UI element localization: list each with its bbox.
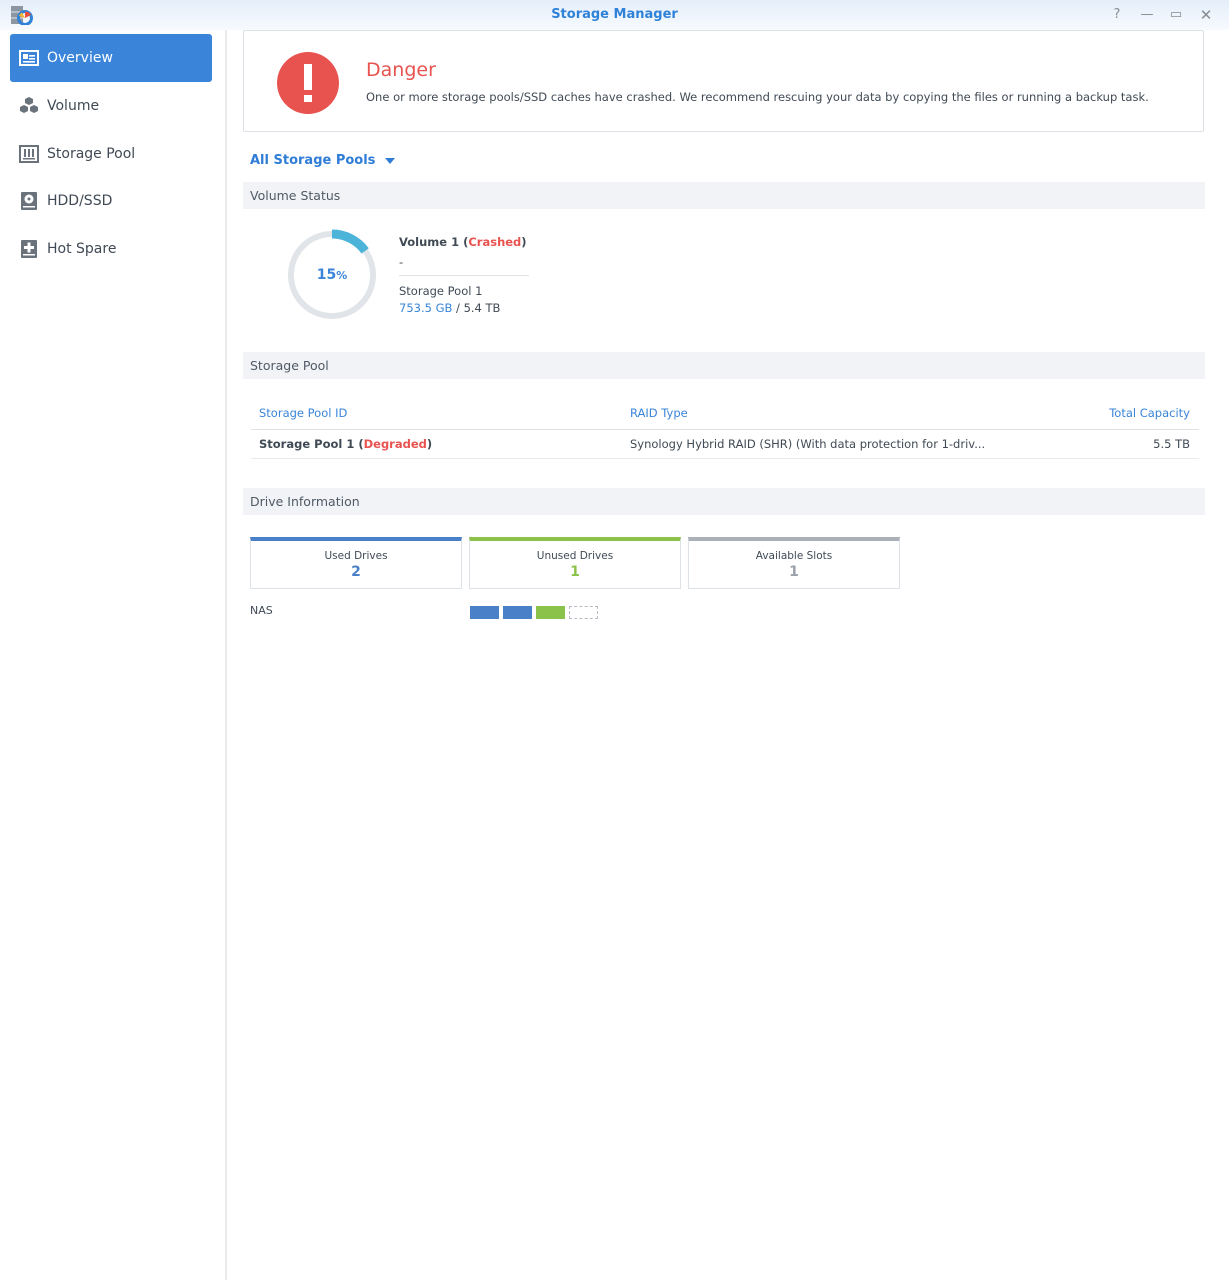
sidebar-item-label: Hot Spare: [47, 241, 117, 257]
storage-pool-header: Storage Pool: [243, 352, 1205, 379]
minimize-icon[interactable]: —: [1138, 6, 1156, 24]
close-icon[interactable]: ✕: [1197, 6, 1215, 24]
sidebar: Overview Volume Storage Pool HDD/SSD Hot…: [0, 30, 227, 1280]
card-label: Unused Drives: [536, 550, 614, 562]
divider: [399, 275, 529, 276]
usage-percent-value: 15: [316, 267, 337, 283]
sidebar-item-hot-spare[interactable]: Hot Spare: [10, 225, 212, 273]
card-label: Used Drives: [324, 550, 388, 562]
pool-status-badge: Degraded: [363, 437, 427, 451]
title-bar: Storage Manager ? — ▭ ✕: [0, 0, 1229, 30]
main-content: Danger One or more storage pools/SSD cac…: [229, 30, 1229, 1280]
available-slots-card[interactable]: Available Slots 1: [688, 537, 900, 589]
maximize-icon[interactable]: ▭: [1167, 6, 1185, 24]
drive-slot-map: [470, 606, 598, 619]
hdd-icon: [21, 192, 37, 210]
pool-id-cell: Storage Pool 1 (Degraded): [259, 437, 433, 451]
card-label: Available Slots: [755, 550, 833, 562]
volume-cubes-icon: [20, 97, 38, 113]
table-header-row: Storage Pool ID RAID Type Total Capacity: [251, 398, 1199, 430]
pool-id-text: Storage Pool 1: [259, 437, 355, 451]
drive-slot-used[interactable]: [503, 606, 532, 619]
volume-total: 5.4 TB: [463, 301, 501, 315]
volume-used: 753.5 GB: [399, 301, 453, 315]
volume-usage-percent: 15%: [286, 267, 378, 283]
donut-usage-arc: [331, 229, 369, 254]
sidebar-item-hdd-ssd[interactable]: HDD/SSD: [10, 177, 212, 225]
column-header-pool-id[interactable]: Storage Pool ID: [251, 398, 630, 429]
unused-drives-card[interactable]: Unused Drives 1: [469, 537, 681, 589]
sidebar-item-volume[interactable]: Volume: [10, 82, 212, 130]
volume-name[interactable]: Volume 1 (Crashed): [399, 235, 531, 249]
sidebar-item-label: Storage Pool: [47, 146, 136, 162]
column-header-total-capacity[interactable]: Total Capacity: [1090, 398, 1199, 429]
sidebar-item-label: Overview: [47, 50, 113, 66]
drive-information-header: Drive Information: [243, 488, 1205, 515]
volume-capacity: 753.5 GB / 5.4 TB: [399, 301, 501, 315]
column-header-raid-type[interactable]: RAID Type: [630, 398, 1090, 429]
alert-message: One or more storage pools/SSD caches hav…: [366, 90, 1149, 104]
raid-type-cell: Synology Hybrid RAID (SHR) (With data pr…: [630, 437, 986, 451]
storage-pool-table: Storage Pool ID RAID Type Total Capacity…: [251, 398, 1199, 459]
storage-pool-icon: [19, 145, 39, 163]
sidebar-item-overview[interactable]: Overview: [10, 34, 212, 82]
card-value: 1: [789, 564, 799, 580]
card-value: 2: [351, 564, 361, 580]
help-icon[interactable]: ?: [1108, 6, 1126, 24]
hot-spare-icon: [21, 240, 37, 258]
drive-slot-empty[interactable]: [569, 606, 598, 619]
overview-icon: [19, 50, 39, 66]
volume-status-header: Volume Status: [243, 182, 1205, 209]
drive-slot-used[interactable]: [470, 606, 499, 619]
nas-device-label: NAS: [250, 604, 273, 617]
exclamation-circle-icon: [277, 52, 339, 114]
sidebar-item-label: HDD/SSD: [47, 193, 113, 209]
volume-pool-name: Storage Pool 1: [399, 284, 483, 298]
filter-selected-label: All Storage Pools: [250, 153, 376, 168]
chevron-down-icon: [385, 157, 396, 164]
drive-slot-unused[interactable]: [536, 606, 565, 619]
alert-title: Danger: [366, 59, 436, 81]
total-capacity-cell: 5.5 TB: [1153, 437, 1190, 451]
card-value: 1: [570, 564, 580, 580]
used-drives-card[interactable]: Used Drives 2: [250, 537, 462, 589]
volume-description: -: [399, 255, 404, 269]
usage-percent-sign: %: [336, 269, 348, 282]
volume-name-text: Volume 1: [399, 235, 460, 249]
volume-info: Volume 1 (Crashed) - Storage Pool 1 753.…: [399, 235, 531, 315]
sidebar-item-label: Volume: [47, 98, 100, 114]
window-title: Storage Manager: [551, 7, 678, 22]
table-row[interactable]: Storage Pool 1 (Degraded) Synology Hybri…: [251, 430, 1199, 459]
storage-pool-filter-dropdown[interactable]: All Storage Pools: [250, 153, 396, 168]
sidebar-item-storage-pool[interactable]: Storage Pool: [10, 130, 212, 178]
volume-status-badge: Crashed: [468, 235, 522, 249]
danger-alert: Danger One or more storage pools/SSD cac…: [243, 30, 1204, 132]
